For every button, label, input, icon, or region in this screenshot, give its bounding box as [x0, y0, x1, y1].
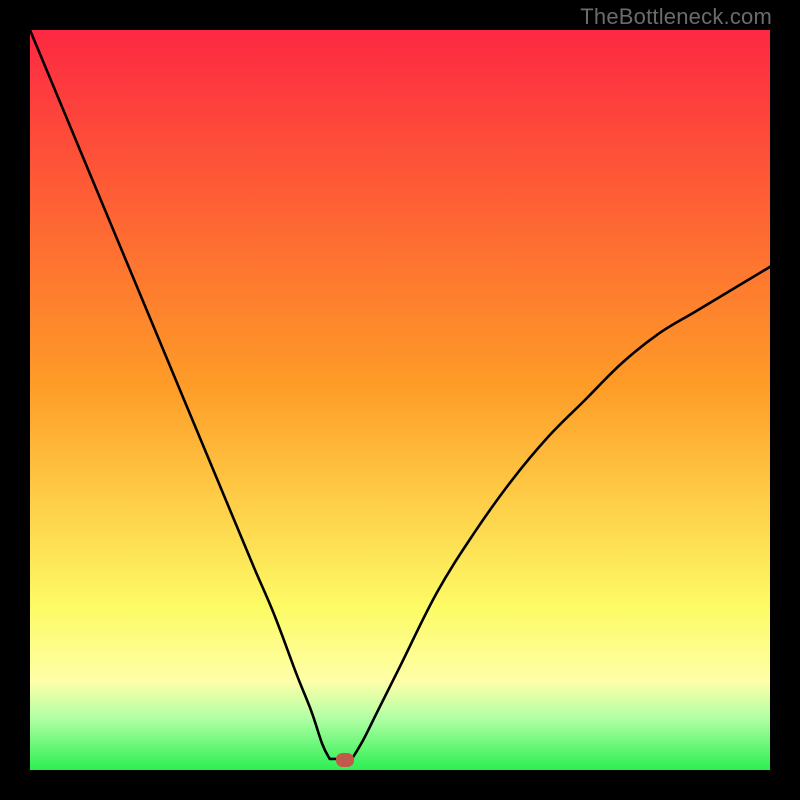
watermark-text: TheBottleneck.com — [580, 4, 772, 30]
chart-frame: TheBottleneck.com — [0, 0, 800, 800]
bottleneck-curve — [30, 30, 770, 770]
optimum-marker — [336, 753, 354, 767]
plot-area — [30, 30, 770, 770]
